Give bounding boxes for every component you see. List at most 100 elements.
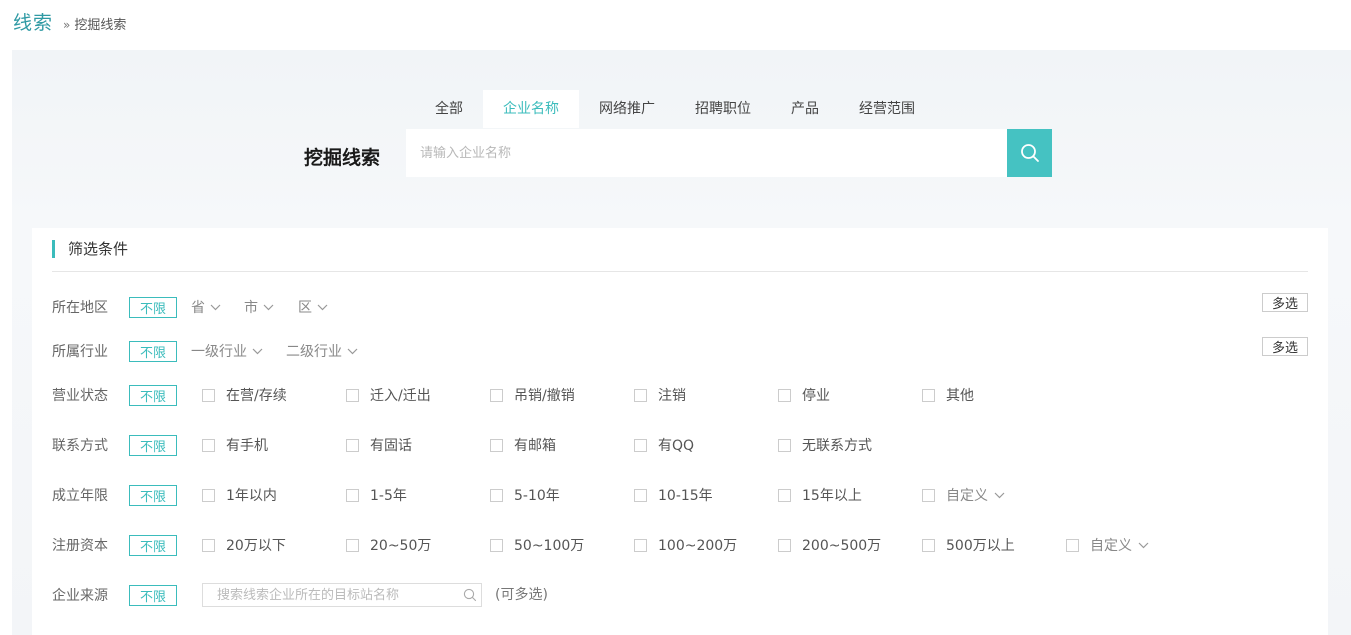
industry-unlimited-button[interactable]: 不限	[129, 340, 177, 362]
checkbox[interactable]	[202, 488, 215, 502]
capital-option[interactable]: 50~100万	[490, 534, 584, 556]
chevron-down-icon	[1138, 542, 1149, 549]
search-type-tabs: 全部 企业名称 网络推广 招聘职位 产品 经营范围	[415, 90, 935, 128]
years-option[interactable]: 5-10年	[490, 484, 560, 506]
status-option[interactable]: 吊销/撤销	[490, 384, 575, 406]
checkbox[interactable]	[1066, 538, 1079, 552]
breadcrumb-root-link[interactable]: 线索	[13, 8, 53, 35]
checkbox[interactable]	[778, 488, 791, 502]
checkbox[interactable]	[346, 488, 359, 502]
status-option[interactable]: 其他	[922, 384, 974, 406]
option-label: 1年以内	[226, 488, 277, 504]
checkbox[interactable]	[202, 438, 215, 452]
option-label: 在营/存续	[226, 388, 287, 404]
status-option[interactable]: 停业	[778, 384, 830, 406]
capital-option[interactable]: 20~50万	[346, 534, 431, 556]
chevron-down-icon	[263, 304, 274, 311]
tab-product[interactable]: 产品	[771, 90, 839, 128]
contact-option[interactable]: 有QQ	[634, 434, 694, 456]
years-custom-option[interactable]: 自定义	[922, 484, 1005, 506]
city-dropdown[interactable]: 市	[244, 297, 274, 317]
contact-option[interactable]: 有邮箱	[490, 434, 556, 456]
filter-row-status: 营业状态 不限 在营/存续 迁入/迁出 吊销/撤销 注销 停业 其他	[52, 384, 1308, 406]
years-option[interactable]: 10-15年	[634, 484, 713, 506]
option-label: 20万以下	[226, 538, 286, 554]
capital-option[interactable]: 100~200万	[634, 534, 737, 556]
industry-level2-label: 二级行业	[286, 344, 342, 360]
years-unlimited-button[interactable]: 不限	[129, 484, 177, 506]
tab-all[interactable]: 全部	[415, 90, 483, 128]
tab-job-position[interactable]: 招聘职位	[675, 90, 771, 128]
checkbox[interactable]	[346, 388, 359, 402]
capital-option[interactable]: 20万以下	[202, 534, 286, 556]
filter-divider	[52, 271, 1308, 272]
status-option[interactable]: 注销	[634, 384, 686, 406]
search-icon[interactable]	[463, 588, 477, 602]
checkbox[interactable]	[634, 438, 647, 452]
tab-business-scope[interactable]: 经营范围	[839, 90, 935, 128]
industry-multi-select-button[interactable]: 多选	[1262, 337, 1308, 356]
checkbox[interactable]	[634, 538, 647, 552]
checkbox[interactable]	[202, 388, 215, 402]
checkbox[interactable]	[490, 488, 503, 502]
status-option[interactable]: 迁入/迁出	[346, 384, 431, 406]
option-label: 50~100万	[514, 538, 585, 554]
checkbox[interactable]	[778, 388, 791, 402]
breadcrumb-separator: »	[63, 18, 71, 32]
search-icon	[1020, 144, 1039, 162]
filter-row-region: 所在地区 不限 省 市 区 多选	[52, 293, 1308, 318]
multi-select-note: (可多选)	[495, 587, 548, 603]
region-unlimited-button[interactable]: 不限	[129, 296, 177, 318]
chevron-down-icon	[317, 304, 328, 311]
company-search-input[interactable]	[406, 129, 1007, 177]
province-dropdown[interactable]: 省	[191, 297, 221, 317]
checkbox[interactable]	[922, 388, 935, 402]
checkbox[interactable]	[490, 388, 503, 402]
capital-option[interactable]: 200~500万	[778, 534, 881, 556]
contact-unlimited-button[interactable]: 不限	[129, 434, 177, 456]
option-label: 无联系方式	[802, 438, 872, 454]
source-unlimited-button[interactable]: 不限	[129, 584, 177, 606]
industry-level2-dropdown[interactable]: 二级行业	[286, 341, 358, 361]
checkbox[interactable]	[346, 438, 359, 452]
option-label: 10-15年	[658, 488, 713, 504]
filter-label-source: 企业来源	[52, 588, 108, 604]
capital-unlimited-button[interactable]: 不限	[129, 534, 177, 556]
option-label: 迁入/迁出	[370, 388, 431, 404]
checkbox[interactable]	[778, 538, 791, 552]
source-search-input[interactable]	[203, 584, 453, 607]
checkbox[interactable]	[490, 438, 503, 452]
checkbox[interactable]	[346, 538, 359, 552]
region-multi-select-button[interactable]: 多选	[1262, 293, 1308, 312]
tab-web-promotion[interactable]: 网络推广	[579, 90, 675, 128]
checkbox[interactable]	[634, 388, 647, 402]
contact-option[interactable]: 无联系方式	[778, 434, 872, 456]
chevron-down-icon	[994, 492, 1005, 499]
contact-option[interactable]: 有固话	[346, 434, 412, 456]
checkbox[interactable]	[778, 438, 791, 452]
checkbox[interactable]	[634, 488, 647, 502]
capital-option[interactable]: 500万以上	[922, 534, 1015, 556]
checkbox[interactable]	[922, 538, 935, 552]
option-label: 有固话	[370, 438, 412, 454]
status-option[interactable]: 在营/存续	[202, 384, 287, 406]
capital-custom-option[interactable]: 自定义	[1066, 534, 1149, 556]
checkbox[interactable]	[922, 488, 935, 502]
checkbox[interactable]	[490, 538, 503, 552]
years-option[interactable]: 1年以内	[202, 484, 277, 506]
contact-option[interactable]: 有手机	[202, 434, 268, 456]
option-label: 20~50万	[370, 538, 432, 554]
option-label: 1-5年	[370, 488, 407, 504]
years-option[interactable]: 15年以上	[778, 484, 862, 506]
district-dropdown[interactable]: 区	[298, 297, 328, 317]
status-unlimited-button[interactable]: 不限	[129, 384, 177, 406]
industry-level1-dropdown[interactable]: 一级行业	[191, 341, 263, 361]
checkbox[interactable]	[202, 538, 215, 552]
breadcrumb: 线索 » 挖掘线索	[13, 8, 126, 35]
years-option[interactable]: 1-5年	[346, 484, 407, 506]
filter-label-years: 成立年限	[52, 488, 108, 504]
option-label: 有QQ	[658, 438, 695, 454]
filter-title: 筛选条件	[52, 240, 128, 258]
search-button[interactable]	[1007, 129, 1052, 177]
tab-company-name[interactable]: 企业名称	[483, 90, 579, 128]
